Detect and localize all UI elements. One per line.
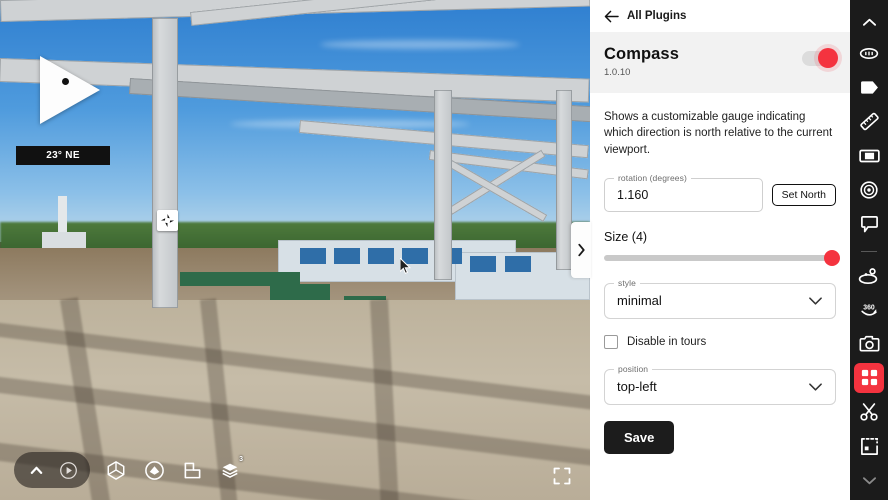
- size-label: Size (4): [604, 229, 648, 244]
- position-legend: position: [614, 363, 653, 374]
- building-window: [505, 256, 531, 272]
- chevron-down-icon: [808, 296, 823, 306]
- disable-in-tours-label: Disable in tours: [627, 335, 707, 348]
- toggle-knob: [818, 48, 838, 68]
- move-navigation-marker-icon[interactable]: [157, 210, 178, 231]
- target-circle-icon[interactable]: [854, 176, 884, 205]
- mouse-cursor: [400, 258, 411, 274]
- plugin-identity: Compass 1.0.10: [604, 45, 679, 78]
- disable-in-tours-row[interactable]: Disable in tours: [604, 334, 836, 349]
- building-window: [334, 248, 360, 264]
- disable-in-tours-checkbox[interactable]: [604, 334, 618, 349]
- plugin-settings-panel: All Plugins Compass 1.0.10 Shows a custo…: [590, 0, 850, 500]
- plugin-title: Compass: [604, 45, 679, 63]
- steel-column: [556, 90, 572, 270]
- chevron-down-icon[interactable]: [854, 466, 884, 495]
- building-window: [470, 256, 496, 272]
- floorplan-view-icon[interactable]: [180, 458, 204, 482]
- plugin-version: 1.0.10: [604, 67, 631, 78]
- panel-header: All Plugins: [590, 0, 850, 32]
- set-north-button[interactable]: Set North: [771, 183, 836, 206]
- chevron-down-icon: [808, 382, 823, 392]
- building-window: [300, 248, 326, 264]
- plugins-grid-icon[interactable]: [854, 363, 884, 393]
- building-window: [368, 248, 394, 264]
- play-circle-icon[interactable]: [55, 457, 81, 483]
- plugin-enabled-toggle[interactable]: [802, 48, 838, 68]
- plugin-header-card: Compass 1.0.10: [590, 32, 850, 93]
- svg-text:360: 360: [863, 304, 875, 311]
- fullscreen-expand-icon[interactable]: [552, 466, 572, 486]
- all-plugins-back-link[interactable]: All Plugins: [627, 10, 686, 22]
- save-button[interactable]: Save: [604, 420, 675, 454]
- camera-icon[interactable]: [854, 329, 884, 358]
- size-control: Size (4): [604, 229, 840, 266]
- chevron-right-icon: [577, 243, 585, 257]
- chevron-up-icon[interactable]: [23, 457, 49, 483]
- comment-bubble-icon[interactable]: [854, 210, 884, 239]
- plugin-description: Shows a customizable gauge indicating wh…: [604, 111, 833, 156]
- panel-collapse-toggle[interactable]: [571, 222, 591, 278]
- tag-label-icon[interactable]: [854, 73, 884, 102]
- scissors-cut-icon[interactable]: [854, 398, 884, 427]
- toolbar-divider: [861, 250, 877, 252]
- layers-view-icon[interactable]: 3: [218, 456, 243, 482]
- style-value: minimal: [617, 293, 662, 309]
- distant-building: [42, 232, 86, 248]
- rotation-value: 1.160: [617, 187, 649, 202]
- measure-ruler-icon[interactable]: [854, 107, 884, 136]
- steel-column: [434, 90, 452, 280]
- chevron-up-icon[interactable]: [854, 8, 884, 37]
- size-slider[interactable]: [604, 249, 840, 266]
- rotation-input[interactable]: rotation (degrees) 1.160: [604, 172, 763, 212]
- viewer-bottom-controls: 3: [14, 452, 243, 488]
- navigation-pill: [14, 452, 90, 488]
- 360-rotate-icon[interactable]: 360: [854, 295, 884, 324]
- panel-body: Shows a customizable gauge indicating wh…: [590, 93, 850, 500]
- rotation-legend: rotation (degrees): [614, 172, 691, 183]
- size-slider-thumb[interactable]: [824, 249, 840, 266]
- rotation-row: rotation (degrees) 1.160 Set North: [604, 172, 836, 212]
- frame-window-icon[interactable]: [854, 142, 884, 171]
- style-select[interactable]: style minimal: [604, 277, 836, 319]
- steel-column: [152, 18, 178, 308]
- position-value: top-left: [617, 379, 657, 395]
- arrow-left-icon[interactable]: [604, 10, 619, 23]
- panorama-viewer[interactable]: 23° NE 3: [0, 0, 590, 500]
- crop-dashed-icon[interactable]: [854, 432, 884, 461]
- panorama-eye-icon[interactable]: [854, 39, 884, 68]
- cloud-wisp: [320, 40, 520, 49]
- inside-view-icon[interactable]: [104, 458, 128, 482]
- position-select[interactable]: position top-left: [604, 363, 836, 405]
- app-root: 23° NE 3 All Plugins Compass 1.0.10 Show…: [0, 0, 888, 500]
- right-toolbar: 360: [850, 0, 888, 500]
- layers-count-badge: 3: [239, 456, 243, 463]
- orbit-path-icon[interactable]: [854, 261, 884, 290]
- style-legend: style: [614, 277, 640, 288]
- dollhouse-view-icon[interactable]: [142, 458, 166, 482]
